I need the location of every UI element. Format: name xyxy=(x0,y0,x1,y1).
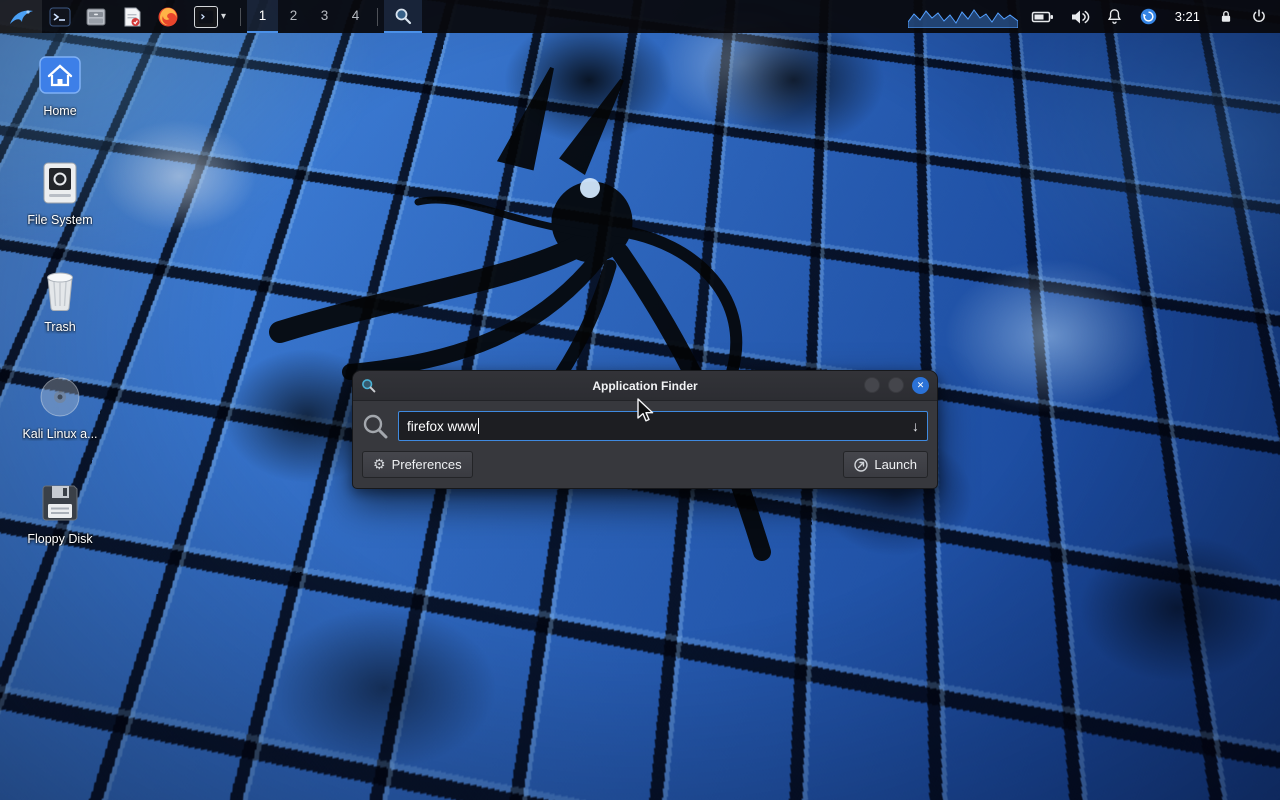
battery-icon[interactable] xyxy=(1025,0,1061,33)
power-icon[interactable] xyxy=(1244,0,1274,33)
search-icon xyxy=(362,413,389,440)
window-menu-icon xyxy=(194,6,218,28)
workspace-4[interactable]: 4 xyxy=(340,0,371,33)
desktop-icon-kali-cd[interactable]: Kali Linux a... xyxy=(14,375,106,441)
clock[interactable]: 3:21 xyxy=(1167,0,1208,33)
button-row: ⚙ Preferences Launch xyxy=(362,451,928,478)
trash-icon xyxy=(39,268,81,312)
desktop-icon-label: File System xyxy=(27,213,92,227)
home-icon xyxy=(37,54,83,96)
launch-button[interactable]: Launch xyxy=(843,451,928,478)
cpu-graph[interactable] xyxy=(904,6,1022,28)
file-manager-launcher[interactable] xyxy=(78,0,114,33)
notifications-bell-icon[interactable] xyxy=(1099,0,1130,33)
panel-separator xyxy=(240,8,241,26)
terminal-icon xyxy=(49,6,71,28)
firefox-launcher[interactable] xyxy=(150,0,186,33)
search-icon xyxy=(394,7,412,25)
top-panel: ▾ 1 2 3 4 xyxy=(0,0,1280,33)
desktop-icon-label: Home xyxy=(43,104,76,118)
dragon-glow-orb xyxy=(580,178,600,198)
launch-icon xyxy=(854,458,868,472)
chevron-down-icon: ▾ xyxy=(221,11,226,22)
window-title: Application Finder xyxy=(353,379,937,393)
desktop-icon-floppy[interactable]: Floppy Disk xyxy=(14,482,106,546)
search-input[interactable]: firefox www ↓ xyxy=(398,411,928,441)
kali-menu-icon xyxy=(8,6,34,28)
updates-icon[interactable] xyxy=(1133,0,1164,33)
desktop-icon-trash[interactable]: Trash xyxy=(14,268,106,334)
desktop-icon-filesystem[interactable]: File System xyxy=(14,161,106,227)
floppy-icon xyxy=(39,482,81,524)
desktop-icon-label: Trash xyxy=(44,320,76,334)
panel-tray: 3:21 xyxy=(904,0,1280,33)
launch-label: Launch xyxy=(874,457,917,472)
volume-icon[interactable] xyxy=(1064,0,1096,33)
text-editor-icon xyxy=(121,6,143,28)
kali-menu-button[interactable] xyxy=(0,0,42,33)
desktop-icon-label: Floppy Disk xyxy=(27,532,92,546)
workspace-1[interactable]: 1 xyxy=(247,0,278,33)
cd-icon xyxy=(38,375,82,419)
desktop-icon-home[interactable]: Home xyxy=(14,54,106,118)
desktop-icon-label: Kali Linux a... xyxy=(22,427,97,441)
titlebar[interactable]: Application Finder ✕ xyxy=(353,371,937,401)
workspace-3[interactable]: 3 xyxy=(309,0,340,33)
taskbar-application-finder[interactable] xyxy=(384,0,422,33)
entry-dropdown-arrow-icon[interactable]: ↓ xyxy=(912,418,919,434)
minimize-button[interactable] xyxy=(864,377,880,393)
text-caret xyxy=(478,418,479,434)
search-query-text: firefox www xyxy=(407,419,477,434)
gear-icon: ⚙ xyxy=(373,456,386,473)
preferences-button[interactable]: ⚙ Preferences xyxy=(362,451,473,478)
panel-separator xyxy=(377,8,378,26)
firefox-icon xyxy=(157,6,179,28)
application-finder-window: Application Finder ✕ firefox www ↓ ⚙ Pre… xyxy=(352,370,938,489)
workspace-switcher: 1 2 3 4 xyxy=(247,0,371,33)
file-manager-icon xyxy=(85,6,107,28)
preferences-label: Preferences xyxy=(392,457,462,472)
terminal-launcher[interactable] xyxy=(42,0,78,33)
mouse-cursor xyxy=(636,398,656,426)
text-editor-launcher[interactable] xyxy=(114,0,150,33)
window-controls: ✕ xyxy=(864,377,929,394)
window-menu-button[interactable]: ▾ xyxy=(186,0,234,33)
close-button[interactable]: ✕ xyxy=(912,377,929,394)
lock-icon[interactable] xyxy=(1211,0,1241,33)
app-finder-icon xyxy=(361,378,376,393)
workspace-2[interactable]: 2 xyxy=(278,0,309,33)
maximize-button[interactable] xyxy=(888,377,904,393)
kali-dragon-silhouette xyxy=(160,40,840,600)
filesystem-icon xyxy=(39,161,81,205)
